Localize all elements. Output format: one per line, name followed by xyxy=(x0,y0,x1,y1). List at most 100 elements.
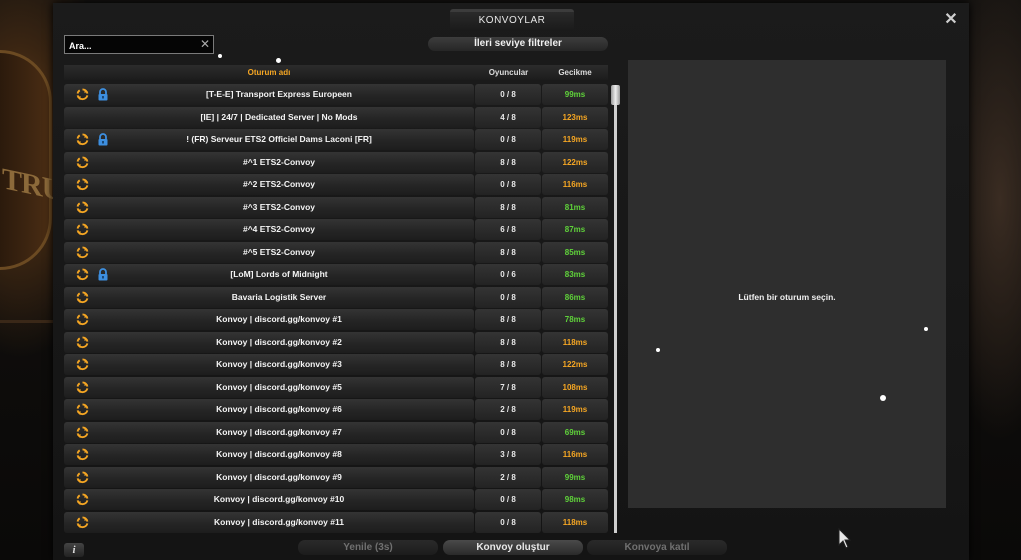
search-input[interactable] xyxy=(65,37,195,55)
ping-cell: 78ms xyxy=(542,309,608,330)
server-name-cell[interactable]: ! (FR) Serveur ETS2 Officiel Dams Laconi… xyxy=(64,129,474,150)
server-row[interactable]: Konvoy | discord.gg/konvoy #1 8 / 8 78ms xyxy=(64,309,608,330)
server-row[interactable]: Konvoy | discord.gg/konvoy #8 3 / 8 116ms xyxy=(64,444,608,465)
server-row[interactable]: Konvoy | discord.gg/konvoy #6 2 / 8 119ms xyxy=(64,399,608,420)
particle-dot xyxy=(880,395,886,401)
close-button[interactable]: ✕ xyxy=(944,12,958,28)
players-cell: 8 / 8 xyxy=(475,151,541,173)
server-name-cell[interactable]: Konvoy | discord.gg/konvoy #7 xyxy=(64,421,474,443)
server-name: #^4 ETS2-Convoy xyxy=(242,224,316,234)
ping-cell: 99ms xyxy=(542,466,608,488)
ping-cell: 122ms xyxy=(542,354,608,375)
server-name-cell[interactable]: Konvoy | discord.gg/konvoy #6 xyxy=(64,399,474,420)
background-sign: TRUCK xyxy=(0,50,105,270)
ping-cell: 99ms xyxy=(542,84,608,105)
server-row[interactable]: Bavaria Logistik Server 0 / 8 86ms xyxy=(64,286,608,308)
server-row[interactable]: #^5 ETS2-Convoy 8 / 8 85ms xyxy=(64,241,608,263)
server-name-cell[interactable]: Konvoy | discord.gg/konvoy #1 xyxy=(64,309,474,330)
players-cell: 6 / 8 xyxy=(475,219,541,240)
players-cell: 0 / 8 xyxy=(475,129,541,150)
players-cell: 4 / 8 xyxy=(475,106,541,128)
server-name: [T-E-E] Transport Express Europeen xyxy=(206,89,352,99)
server-name: [IE] | 24/7 | Dedicated Server | No Mods xyxy=(200,111,358,122)
server-row[interactable]: [IE] | 24/7 | Dedicated Server | No Mods… xyxy=(64,106,608,128)
window-title: KONVOYLAR xyxy=(450,9,574,31)
server-row[interactable]: Konvoy | discord.gg/konvoy #9 2 / 8 99ms xyxy=(64,466,608,488)
server-name: Konvoy | discord.gg/konvoy #5 xyxy=(216,381,342,392)
server-row[interactable]: Konvoy | discord.gg/konvoy #7 0 / 8 69ms xyxy=(64,421,608,443)
server-name: Konvoy | discord.gg/konvoy #10 xyxy=(213,494,345,504)
particle-dot xyxy=(924,327,928,331)
server-name: Konvoy | discord.gg/konvoy #9 xyxy=(216,471,342,482)
players-cell: 8 / 8 xyxy=(475,241,541,263)
server-row[interactable]: ! (FR) Serveur ETS2 Officiel Dams Laconi… xyxy=(64,129,608,150)
server-name-cell[interactable]: #^1 ETS2-Convoy xyxy=(64,151,474,173)
scrollbar-track[interactable] xyxy=(614,87,617,533)
players-cell: 0 / 6 xyxy=(475,264,541,285)
advanced-filters-button[interactable]: İleri seviye filtreler xyxy=(428,37,608,51)
server-name-cell[interactable]: [LoM] Lords of Midnight xyxy=(64,264,474,285)
players-cell: 0 / 8 xyxy=(475,511,541,533)
column-header-players[interactable]: Oyuncular xyxy=(475,65,542,80)
server-row[interactable]: [LoM] Lords of Midnight 0 / 6 83ms xyxy=(64,264,608,285)
server-name-cell[interactable]: #^4 ETS2-Convoy xyxy=(64,219,474,240)
players-cell: 8 / 8 xyxy=(475,196,541,218)
server-row[interactable]: Konvoy | discord.gg/konvoy #2 8 / 8 118ms xyxy=(64,331,608,353)
column-header-name[interactable]: Oturum adı xyxy=(64,65,474,80)
server-row[interactable]: #^4 ETS2-Convoy 6 / 8 87ms xyxy=(64,219,608,240)
column-header-delay[interactable]: Gecikme xyxy=(542,65,608,80)
server-name: Konvoy | discord.gg/konvoy #11 xyxy=(214,516,344,527)
server-row[interactable]: Konvoy | discord.gg/konvoy #10 0 / 8 98ms xyxy=(64,489,608,510)
server-name-cell[interactable]: Konvoy | discord.gg/konvoy #5 xyxy=(64,376,474,398)
server-name-cell[interactable]: Konvoy | discord.gg/konvoy #10 xyxy=(64,489,474,510)
convoy-window: KONVOYLAR ✕ ✕ İleri seviye filtreler Otu… xyxy=(53,3,969,560)
server-name-cell[interactable]: Konvoy | discord.gg/konvoy #9 xyxy=(64,466,474,488)
ping-cell: 86ms xyxy=(542,286,608,308)
server-name: #^3 ETS2-Convoy xyxy=(242,201,316,212)
server-row[interactable]: #^2 ETS2-Convoy 0 / 8 116ms xyxy=(64,174,608,195)
server-row[interactable]: Konvoy | discord.gg/konvoy #11 0 / 8 118ms xyxy=(64,511,608,533)
refresh-button[interactable]: Yenile (3s) xyxy=(298,540,438,555)
server-row[interactable]: Konvoy | discord.gg/konvoy #5 7 / 8 108ms xyxy=(64,376,608,398)
server-name: Konvoy | discord.gg/konvoy #3 xyxy=(216,359,342,369)
server-name-cell[interactable]: Konvoy | discord.gg/konvoy #2 xyxy=(64,331,474,353)
scrollbar-thumb[interactable] xyxy=(611,85,620,105)
players-cell: 2 / 8 xyxy=(475,466,541,488)
ping-cell: 83ms xyxy=(542,264,608,285)
server-name-cell[interactable]: #^3 ETS2-Convoy xyxy=(64,196,474,218)
server-name-cell[interactable]: Bavaria Logistik Server xyxy=(64,286,474,308)
players-cell: 0 / 8 xyxy=(475,286,541,308)
ping-cell: 98ms xyxy=(542,489,608,510)
players-cell: 2 / 8 xyxy=(475,399,541,420)
players-cell: 0 / 8 xyxy=(475,421,541,443)
server-name: #^2 ETS2-Convoy xyxy=(242,179,316,189)
mouse-cursor-icon xyxy=(838,528,852,549)
server-row[interactable]: [T-E-E] Transport Express Europeen 0 / 89… xyxy=(64,84,608,105)
server-row[interactable]: #^1 ETS2-Convoy 8 / 8 122ms xyxy=(64,151,608,173)
ping-cell: 116ms xyxy=(542,174,608,195)
server-name-cell[interactable]: #^2 ETS2-Convoy xyxy=(64,174,474,195)
server-name: Konvoy | discord.gg/konvoy #8 xyxy=(216,449,342,459)
server-name-cell[interactable]: [IE] | 24/7 | Dedicated Server | No Mods xyxy=(64,106,474,128)
session-details-panel: Lütfen bir oturum seçin. xyxy=(628,60,946,508)
server-row[interactable]: #^3 ETS2-Convoy 8 / 8 81ms xyxy=(64,196,608,218)
server-name-cell[interactable]: Konvoy | discord.gg/konvoy #3 xyxy=(64,354,474,375)
server-name-cell[interactable]: [T-E-E] Transport Express Europeen xyxy=(64,84,474,105)
server-name-cell[interactable]: #^5 ETS2-Convoy xyxy=(64,241,474,263)
ping-cell: 108ms xyxy=(542,376,608,398)
create-convoy-button[interactable]: Konvoy oluştur xyxy=(443,540,583,555)
server-name-cell[interactable]: Konvoy | discord.gg/konvoy #8 xyxy=(64,444,474,465)
players-cell: 7 / 8 xyxy=(475,376,541,398)
select-session-message: Lütfen bir oturum seçin. xyxy=(738,292,836,302)
join-convoy-button[interactable]: Konvoya katıl xyxy=(587,540,727,555)
info-button[interactable]: i xyxy=(64,543,84,557)
server-name: Bavaria Logistik Server xyxy=(231,291,327,302)
clear-search-icon[interactable]: ✕ xyxy=(200,37,210,52)
players-cell: 8 / 8 xyxy=(475,354,541,375)
background-rail xyxy=(0,320,60,323)
server-row[interactable]: Konvoy | discord.gg/konvoy #3 8 / 8 122ms xyxy=(64,354,608,375)
ping-cell: 118ms xyxy=(542,331,608,353)
ping-cell: 119ms xyxy=(542,399,608,420)
search-box: ✕ xyxy=(64,35,214,55)
server-name-cell[interactable]: Konvoy | discord.gg/konvoy #11 xyxy=(64,511,474,533)
